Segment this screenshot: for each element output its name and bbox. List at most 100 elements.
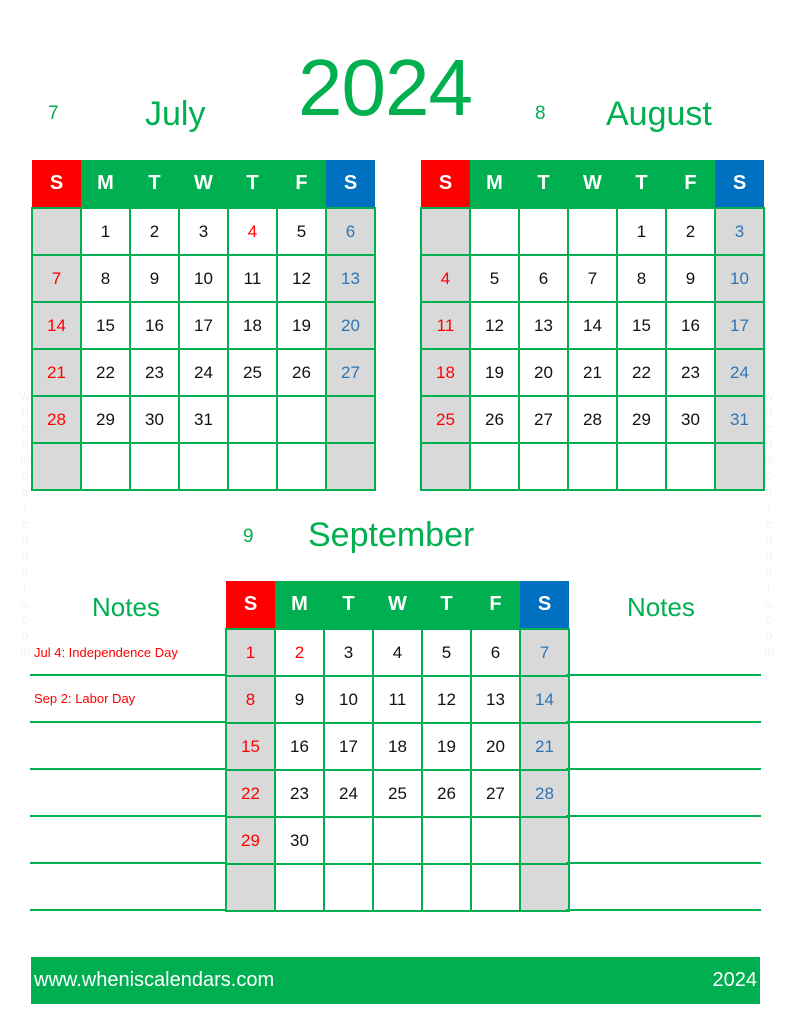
day-cell: 15 (80, 301, 131, 350)
day-cell: 7 (31, 254, 82, 303)
day-cell: 30 (665, 395, 716, 444)
empty-day-cell (421, 816, 472, 865)
day-cell: 23 (665, 348, 716, 397)
empty-day-cell (470, 816, 521, 865)
day-cell: 7 (567, 254, 618, 303)
note-entry: Jul 4: Independence Day (34, 645, 178, 660)
week-row: 22 23 24 25 26 27 28 (225, 769, 570, 818)
empty-day-cell (567, 207, 618, 256)
note-entry: Sep 2: Labor Day (34, 691, 136, 706)
day-cell: 12 (421, 675, 472, 724)
footer-website-link[interactable]: www.wheniscalendars.com (34, 969, 274, 992)
empty-day-cell (469, 442, 520, 491)
day-cell: 17 (714, 301, 765, 350)
day-cell: 8 (225, 675, 276, 724)
note-line-right (566, 768, 761, 770)
day-cell: 28 (31, 395, 82, 444)
note-line-right (566, 721, 761, 723)
day-cell: 20 (470, 722, 521, 771)
week-row: 21 22 23 24 25 26 27 (31, 348, 376, 397)
empty-day-cell (420, 207, 471, 256)
day-cell: 25 (420, 395, 471, 444)
week-row (225, 863, 570, 912)
weekday-header: S (326, 160, 375, 208)
empty-day-cell (323, 863, 374, 912)
week-row: 7 8 9 10 11 12 13 (31, 254, 376, 303)
weekday-header: W (373, 581, 422, 629)
weekday-header: T (422, 581, 471, 629)
empty-day-cell (567, 442, 618, 491)
weekday-header: S (715, 160, 764, 208)
year-title: 2024 (298, 43, 473, 132)
day-cell: 11 (227, 254, 278, 303)
empty-day-cell (225, 863, 276, 912)
month-number-september: 9 (243, 526, 254, 547)
day-cell: 25 (227, 348, 278, 397)
day-cell: 19 (276, 301, 327, 350)
empty-day-cell (31, 442, 82, 491)
day-cell: 18 (420, 348, 471, 397)
day-cell: 4 (227, 207, 278, 256)
day-cell: 12 (276, 254, 327, 303)
weekday-header: W (179, 160, 228, 208)
day-cell: 21 (519, 722, 570, 771)
empty-day-cell (372, 816, 423, 865)
day-cell: 1 (225, 628, 276, 677)
week-row: 11 12 13 14 15 16 17 (420, 301, 765, 350)
day-cell: 5 (421, 628, 472, 677)
week-row: 1234567 (225, 628, 570, 677)
weekday-header: T (324, 581, 373, 629)
weekday-header: S (226, 581, 275, 629)
week-row (420, 442, 765, 491)
day-cell: 7 (519, 628, 570, 677)
empty-day-cell (470, 863, 521, 912)
day-cell: 16 (665, 301, 716, 350)
day-cell: 2 (665, 207, 716, 256)
day-cell: 24 (714, 348, 765, 397)
day-cell: 18 (372, 722, 423, 771)
weekday-header: M (81, 160, 130, 208)
day-cell: 9 (665, 254, 716, 303)
weekday-header: T (228, 160, 277, 208)
day-cell: 11 (372, 675, 423, 724)
weekday-header: F (471, 581, 520, 629)
week-row: 28 29 30 31 (31, 395, 376, 444)
day-cell: 1 (616, 207, 667, 256)
week-row: 123 (420, 207, 765, 256)
calendar-july: S M T W T F S 1 2 3 4 5 6 7 8 9 10 11 12 13 14 15 16 17 18 19 20 21… (31, 160, 376, 491)
empty-day-cell (80, 442, 131, 491)
day-cell: 11 (420, 301, 471, 350)
day-cell: 3 (714, 207, 765, 256)
empty-day-cell (519, 863, 570, 912)
day-cell: 20 (518, 348, 569, 397)
watermark-right: wheniscalendars.com (764, 388, 775, 659)
week-row: 29 30 (225, 816, 570, 865)
weekday-header: T (519, 160, 568, 208)
weekday-header: S (32, 160, 81, 208)
empty-day-cell (518, 207, 569, 256)
day-cell: 6 (325, 207, 376, 256)
day-cell: 13 (470, 675, 521, 724)
empty-day-cell (714, 442, 765, 491)
day-cell: 1 (80, 207, 131, 256)
empty-day-cell (178, 442, 229, 491)
week-row: 15 16 17 18 19 20 21 (225, 722, 570, 771)
day-cell: 3 (178, 207, 229, 256)
day-cell: 8 (616, 254, 667, 303)
empty-day-cell (616, 442, 667, 491)
day-cell: 28 (567, 395, 618, 444)
note-line-left (30, 674, 226, 676)
day-cell: 5 (276, 207, 327, 256)
weekday-header-row: SMTWTFS (421, 160, 764, 208)
note-line-left (30, 768, 226, 770)
empty-day-cell (372, 863, 423, 912)
weekday-header: F (277, 160, 326, 208)
day-cell: 27 (518, 395, 569, 444)
day-cell: 8 (80, 254, 131, 303)
day-cell: 30 (274, 816, 325, 865)
empty-day-cell (129, 442, 180, 491)
weekday-header: M (470, 160, 519, 208)
day-cell: 15 (225, 722, 276, 771)
day-cell: 30 (129, 395, 180, 444)
day-cell: 23 (129, 348, 180, 397)
